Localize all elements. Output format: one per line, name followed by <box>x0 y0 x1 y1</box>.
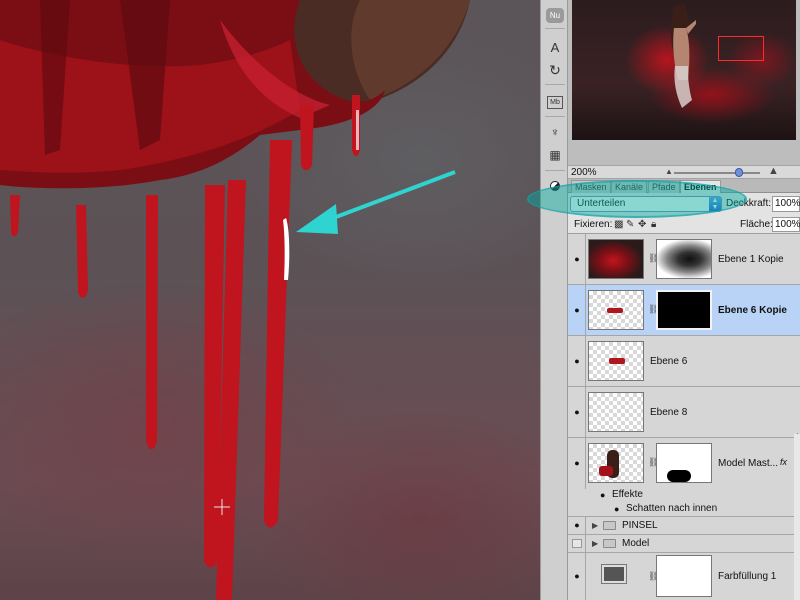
layer-row-model-mast[interactable]: ● ⛓ Model Mast... fx <box>568 438 800 489</box>
tab-kanaele[interactable]: Kanäle <box>611 180 648 193</box>
layer-thumbnail <box>588 341 644 381</box>
eye-icon[interactable]: ● <box>572 521 582 530</box>
layer-thumbnail <box>588 239 644 279</box>
layer-mask-thumbnail <box>656 555 712 597</box>
effects-row[interactable]: ● Effekte <box>568 488 800 502</box>
layer-name: Farbfüllung 1 <box>718 571 777 582</box>
blend-opacity-row: Unterteilen ▲ ▼ Deckkraft: 100% <box>568 193 800 217</box>
fill-layer-icon <box>601 564 627 584</box>
zoom-in-icon[interactable]: ▲ <box>768 165 779 177</box>
brush-tool-icon: ♆ <box>550 125 560 139</box>
strip-divider <box>545 28 565 29</box>
strip-divider <box>545 170 565 171</box>
eye-icon[interactable]: ● <box>614 502 619 516</box>
kuler-button[interactable]: Nu <box>544 5 566 25</box>
layer-thumbnail <box>588 443 644 483</box>
arrow-annotation <box>296 170 456 234</box>
layer-row-farbfuellung-1[interactable]: ● ⛓ Farbfüllung 1 <box>568 553 800 600</box>
eye-icon[interactable]: ● <box>572 306 582 315</box>
fill-label: Fläche: <box>740 219 773 230</box>
lock-pixels-icon[interactable]: ✎ <box>626 219 634 230</box>
group-name: PINSEL <box>622 520 658 531</box>
group-row-model[interactable]: ▶ Model <box>568 535 800 553</box>
layer-thumbnail <box>588 290 644 330</box>
lock-position-icon[interactable]: ✥ <box>638 219 646 230</box>
layer-row-ebene-8[interactable]: ● Ebene 8 <box>568 387 800 438</box>
type-icon: A <box>550 39 560 55</box>
tool-presets-button[interactable]: ♆ <box>544 122 566 142</box>
navigator-view-box[interactable] <box>718 36 764 61</box>
chevron-updown-icon: ▲ ▼ <box>709 197 721 211</box>
navigator-thumbnail[interactable] <box>572 0 796 140</box>
adjustments-button[interactable] <box>544 176 566 196</box>
lock-transparency-icon[interactable]: ▩ <box>614 219 623 230</box>
model-figure-thumbnail <box>671 4 696 108</box>
eye-icon[interactable]: ● <box>572 459 582 468</box>
zoom-slider-handle[interactable] <box>735 168 743 177</box>
eye-icon[interactable]: ● <box>572 572 582 581</box>
strip-divider <box>545 84 565 85</box>
expand-triangle-icon[interactable]: ▶ <box>592 539 598 548</box>
navigator-zoom-bar: 200% ▲ ▲ <box>568 165 800 179</box>
eye-icon[interactable]: ● <box>572 408 582 417</box>
document-canvas[interactable] <box>0 0 540 600</box>
layer-mask-thumbnail <box>656 290 712 330</box>
group-name: Model <box>622 538 650 549</box>
eye-icon[interactable]: ● <box>600 488 605 502</box>
character-panel-button[interactable]: A <box>544 37 566 57</box>
opacity-label: Deckkraft: <box>726 198 772 209</box>
layer-row-ebene-6-kopie[interactable]: ● ⛓ Ebene 6 Kopie <box>568 285 800 336</box>
effect-item-label: Schatten nach innen <box>626 503 718 514</box>
layer-mask-thumbnail <box>656 239 712 279</box>
layer-row-ebene-1-kopie[interactable]: ● ⛓ Ebene 1 Kopie <box>568 234 800 285</box>
expand-triangle-icon[interactable]: ▶ <box>592 521 598 530</box>
panel-dock-strip: Nu A ↻ Mb ♆ ▦ <box>540 0 568 600</box>
lock-label: Fixieren: <box>574 219 613 230</box>
fx-icon[interactable]: fx <box>780 457 787 467</box>
layers-panel-area: 200% ▲ ▲ Masken Kanäle Pfade Ebenen Unte… <box>568 0 800 600</box>
visibility-box[interactable] <box>572 539 582 548</box>
clone-source-button[interactable]: ▦ <box>544 145 566 165</box>
eye-icon[interactable]: ● <box>572 357 582 366</box>
folder-icon <box>603 539 616 548</box>
navigator-panel <box>568 0 800 165</box>
panel-tabs: Masken Kanäle Pfade Ebenen <box>568 179 800 193</box>
tab-ebenen[interactable]: Ebenen <box>680 180 721 193</box>
eye-icon[interactable]: ● <box>572 255 582 264</box>
layer-name: Ebene 1 Kopie <box>718 254 784 265</box>
folder-icon <box>603 521 616 530</box>
effect-item-row[interactable]: ● Schatten nach innen <box>568 502 800 517</box>
blend-mode-select[interactable]: Unterteilen ▲ ▼ <box>570 196 722 212</box>
layer-thumbnail <box>588 392 644 432</box>
group-row-pinsel[interactable]: ● ▶ PINSEL <box>568 517 800 535</box>
zoom-out-icon[interactable]: ▲ <box>665 167 673 176</box>
tab-masken[interactable]: Masken <box>571 180 611 193</box>
layer-mask-thumbnail <box>656 443 712 483</box>
strip-divider <box>545 116 565 117</box>
fill-input[interactable]: 100% <box>772 217 800 232</box>
effects-label: Effekte <box>612 489 643 500</box>
mini-bridge-button[interactable]: Mb <box>544 92 566 112</box>
layers-scrollbar[interactable] <box>794 434 800 600</box>
zoom-slider-track[interactable] <box>674 172 760 174</box>
lock-all-icon[interactable]: 🔒︎ <box>651 219 656 230</box>
layer-name: Ebene 6 <box>650 356 688 367</box>
layer-row-ebene-6[interactable]: ● Ebene 6 <box>568 336 800 387</box>
layer-name: Model Mast... <box>718 458 779 469</box>
opacity-input[interactable]: 100% <box>772 196 800 212</box>
zoom-value[interactable]: 200% <box>571 166 597 179</box>
layer-name: Ebene 6 Kopie <box>718 305 787 316</box>
grid-icon: ▦ <box>549 148 561 162</box>
half-circle-icon <box>550 181 560 191</box>
blend-mode-value: Unterteilen <box>577 198 626 209</box>
tab-pfade[interactable]: Pfade <box>648 180 680 193</box>
refresh-icon: ↻ <box>549 61 561 78</box>
canvas-artwork <box>0 0 470 600</box>
layers-list: ● ⛓ Ebene 1 Kopie ● ⛓ Ebene 6 Kopie ● Eb… <box>568 234 800 600</box>
paragraph-panel-button[interactable]: ↻ <box>544 60 566 80</box>
lock-fill-row: Fixieren: ▩ ✎ ✥ 🔒︎ Fläche: 100% <box>568 217 800 234</box>
layer-name: Ebene 8 <box>650 407 688 418</box>
